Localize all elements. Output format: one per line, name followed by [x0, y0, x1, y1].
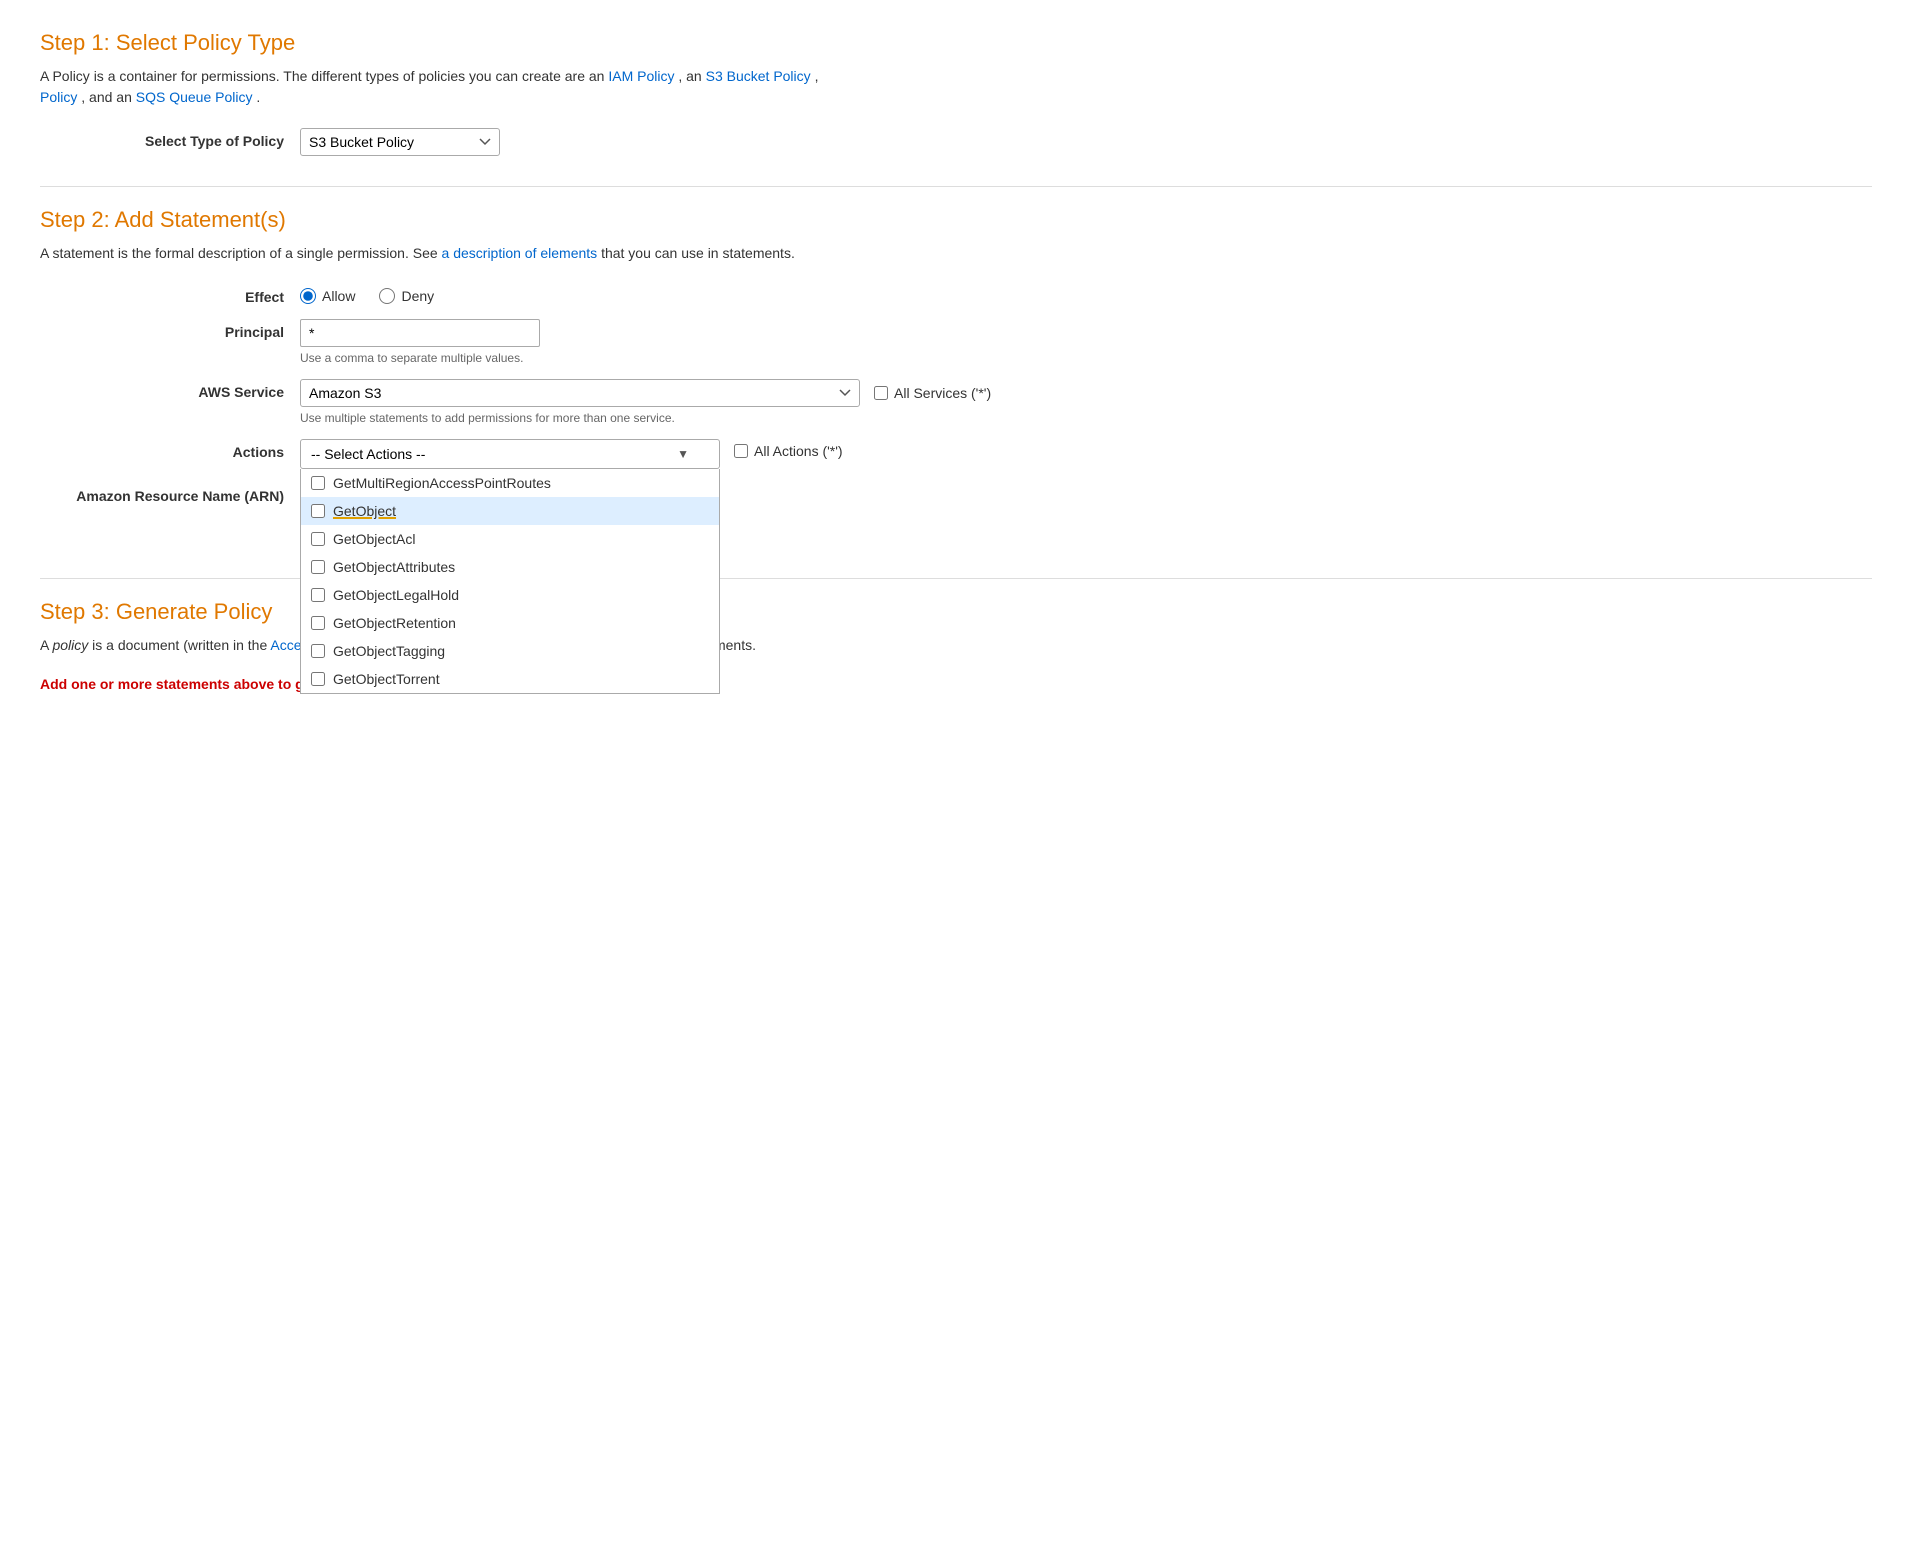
s3-bucket-policy-link[interactable]: S3 Bucket Policy: [706, 68, 811, 84]
action-checkbox-getmultiregion[interactable]: [311, 476, 325, 490]
effect-label: Effect: [40, 284, 300, 305]
step1-desc-mid2: ,: [815, 68, 819, 84]
actions-wrap: -- Select Actions -- ▼ GetMultiRegionAcc…: [300, 439, 843, 469]
deny-label: Deny: [401, 288, 434, 304]
step1-desc-text: A Policy is a container for permissions.…: [40, 68, 604, 84]
action-item-getobjectretention[interactable]: GetObjectRetention: [301, 609, 719, 637]
actions-select-text: -- Select Actions --: [311, 446, 425, 462]
divider-1: [40, 186, 1872, 187]
action-label-getobject: GetObject: [333, 503, 396, 519]
all-services-checkbox[interactable]: [874, 386, 888, 400]
aws-service-label: AWS Service: [40, 379, 300, 400]
action-label-getobjectretention: GetObjectRetention: [333, 615, 456, 631]
action-item-getmultiregion[interactable]: GetMultiRegionAccessPointRoutes: [301, 469, 719, 497]
aws-service-wrap: Amazon S3 Amazon EC2 Amazon DynamoDB Ama…: [300, 379, 991, 407]
action-checkbox-getobject[interactable]: [311, 504, 325, 518]
actions-row: Actions -- Select Actions -- ▼ GetMultiR…: [40, 439, 1872, 469]
step2-description: A statement is the formal description of…: [40, 243, 1872, 264]
action-label-getobjectlegalhold: GetObjectLegalHold: [333, 587, 459, 603]
step1-description: A Policy is a container for permissions.…: [40, 66, 1872, 108]
policy-type-row: Select Type of Policy S3 Bucket Policy I…: [40, 128, 1872, 156]
action-checkbox-getobjecttagging[interactable]: [311, 644, 325, 658]
all-services-label[interactable]: All Services ('*'): [874, 385, 991, 401]
step3-desc-mid: is a document (written in the: [92, 637, 267, 653]
principal-input[interactable]: [300, 319, 540, 347]
deny-radio[interactable]: [379, 288, 395, 304]
step2-desc-end: that you can use in statements.: [601, 245, 795, 261]
action-checkbox-getobjectretention[interactable]: [311, 616, 325, 630]
action-item-getobject[interactable]: GetObject: [301, 497, 719, 525]
allow-radio-label[interactable]: Allow: [300, 288, 355, 304]
action-item-getobjecttorrent[interactable]: GetObjectTorrent: [301, 665, 719, 693]
action-checkbox-getobjectattributes[interactable]: [311, 560, 325, 574]
action-item-getobjecttagging[interactable]: GetObjectTagging: [301, 637, 719, 665]
all-services-text: All Services ('*'): [894, 385, 991, 401]
actions-dropdown: GetMultiRegionAccessPointRoutes GetObjec…: [300, 469, 720, 694]
effect-radio-group: Allow Deny: [300, 284, 434, 304]
action-label-getmultiregion: GetMultiRegionAccessPointRoutes: [333, 475, 551, 491]
step1-desc-final: .: [256, 89, 260, 105]
actions-label: Actions: [40, 439, 300, 460]
actions-arrow-icon: ▼: [677, 447, 689, 461]
policy-type-select[interactable]: S3 Bucket Policy IAM Policy S3 Access Co…: [300, 128, 500, 156]
arn-label: Amazon Resource Name (ARN): [40, 483, 300, 504]
action-label-getobjectattributes: GetObjectAttributes: [333, 559, 455, 575]
step3-policy-italic: policy: [52, 637, 88, 653]
allow-label: Allow: [322, 288, 355, 304]
actions-dropdown-container: -- Select Actions -- ▼ GetMultiRegionAcc…: [300, 439, 720, 469]
step1-desc-end: , and an: [81, 89, 132, 105]
aws-service-control: Amazon S3 Amazon EC2 Amazon DynamoDB Ama…: [300, 379, 991, 425]
all-actions-checkbox[interactable]: [734, 444, 748, 458]
action-checkbox-getobjectlegalhold[interactable]: [311, 588, 325, 602]
elements-link[interactable]: a description of elements: [442, 245, 598, 261]
effect-row: Effect Allow Deny: [40, 284, 1872, 305]
action-label-getobjecttorrent: GetObjectTorrent: [333, 671, 440, 687]
action-label-getobjectacl: GetObjectAcl: [333, 531, 415, 547]
aws-service-hint: Use multiple statements to add permissio…: [300, 411, 991, 425]
allow-radio[interactable]: [300, 288, 316, 304]
action-item-getobjectattributes[interactable]: GetObjectAttributes: [301, 553, 719, 581]
all-actions-text: All Actions ('*'): [754, 443, 843, 459]
aws-service-row: AWS Service Amazon S3 Amazon EC2 Amazon …: [40, 379, 1872, 425]
step2-desc-start: A statement is the formal description of…: [40, 245, 438, 261]
principal-row: Principal Use a comma to separate multip…: [40, 319, 1872, 365]
policy-type-control: S3 Bucket Policy IAM Policy S3 Access Co…: [300, 128, 500, 156]
principal-hint: Use a comma to separate multiple values.: [300, 351, 540, 365]
policy-type-label: Select Type of Policy: [40, 128, 300, 149]
action-item-getobjectlegalhold[interactable]: GetObjectLegalHold: [301, 581, 719, 609]
action-checkbox-getobjectacl[interactable]: [311, 532, 325, 546]
aws-service-select[interactable]: Amazon S3 Amazon EC2 Amazon DynamoDB Ama…: [300, 379, 860, 407]
effect-control: Allow Deny: [300, 284, 434, 304]
principal-control: Use a comma to separate multiple values.: [300, 319, 540, 365]
step1-desc-mid: , an: [678, 68, 701, 84]
step1-section: Step 1: Select Policy Type A Policy is a…: [40, 30, 1872, 156]
iam-policy-link[interactable]: IAM Policy: [608, 68, 674, 84]
step1-title: Step 1: Select Policy Type: [40, 30, 1872, 56]
action-item-getobjectacl[interactable]: GetObjectAcl: [301, 525, 719, 553]
step2-section: Step 2: Add Statement(s) A statement is …: [40, 207, 1872, 548]
all-actions-label[interactable]: All Actions ('*'): [734, 439, 843, 459]
action-checkbox-getobjecttorrent[interactable]: [311, 672, 325, 686]
action-label-getobjecttagging: GetObjectTagging: [333, 643, 445, 659]
actions-control: -- Select Actions -- ▼ GetMultiRegionAcc…: [300, 439, 843, 469]
sns-policy-link[interactable]: Policy: [40, 89, 77, 105]
actions-select-button[interactable]: -- Select Actions -- ▼: [300, 439, 720, 469]
sqs-queue-policy-link[interactable]: SQS Queue Policy: [136, 89, 253, 105]
principal-label: Principal: [40, 319, 300, 340]
step3-desc-start: A: [40, 637, 49, 653]
step2-title: Step 2: Add Statement(s): [40, 207, 1872, 233]
deny-radio-label[interactable]: Deny: [379, 288, 434, 304]
